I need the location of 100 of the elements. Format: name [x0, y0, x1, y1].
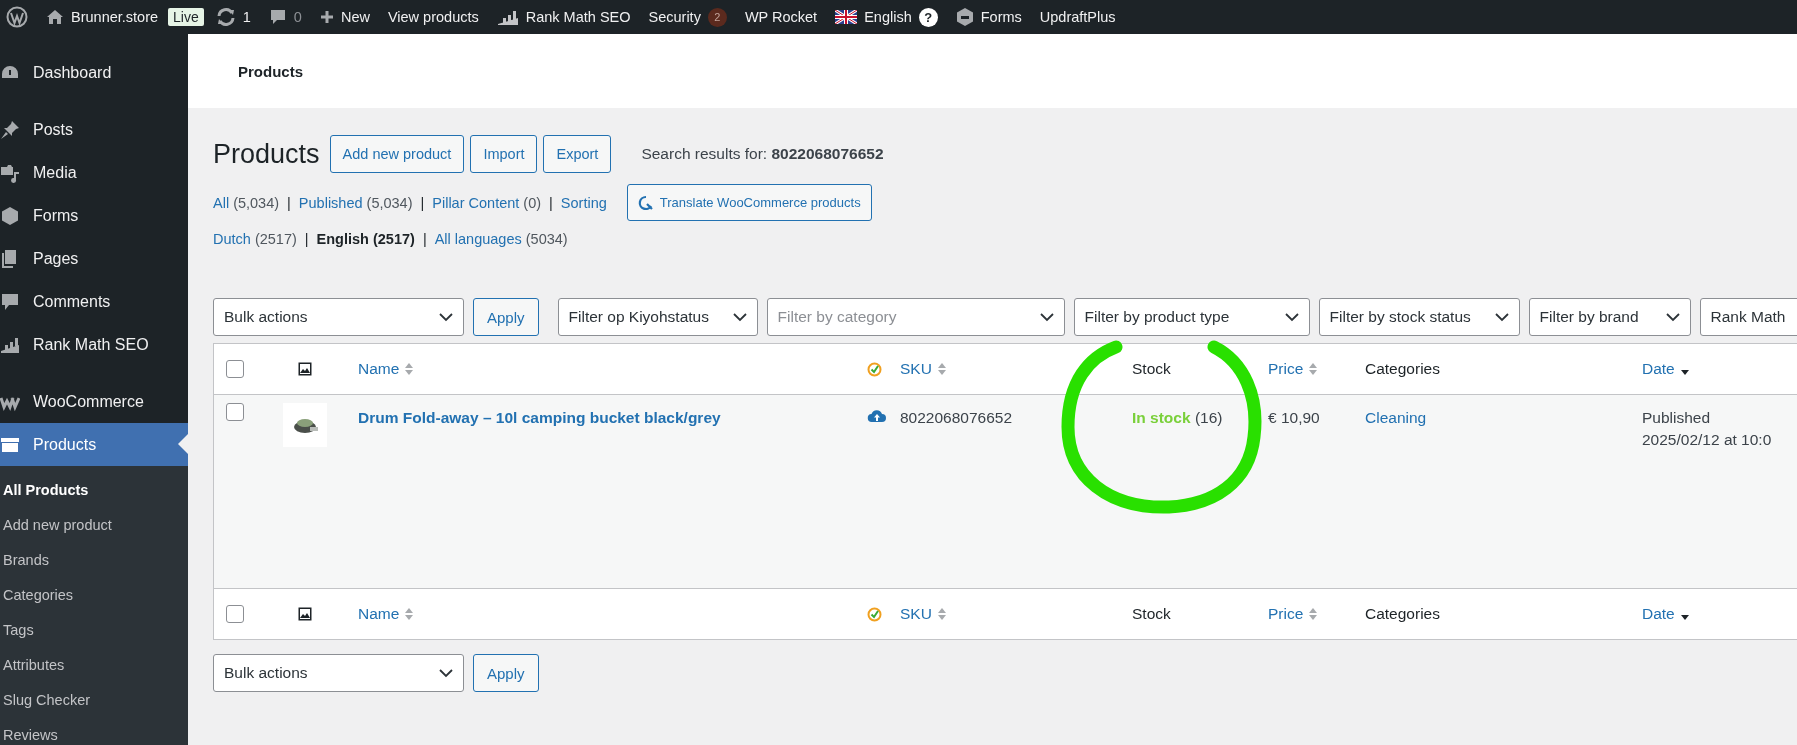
language-filter-link[interactable]: All languages (5034)	[434, 231, 568, 247]
home-icon	[46, 9, 64, 25]
updraftplus-link[interactable]: UpdraftPlus	[1039, 9, 1116, 25]
stock-status-text: In stock (16)	[1132, 409, 1223, 427]
menu-icon	[0, 205, 20, 226]
select-all-checkbox[interactable]	[226, 360, 244, 378]
apply-button[interactable]: Apply	[473, 298, 539, 336]
submenu-item[interactable]: Add new product	[0, 507, 188, 542]
column-sort-link[interactable]: SKU	[900, 360, 932, 378]
column-sort-link[interactable]: SKU	[900, 605, 932, 623]
column-sort-link[interactable]: Price	[1268, 360, 1304, 378]
select-all-checkbox[interactable]	[226, 605, 244, 623]
product-photo-placeholder	[283, 403, 327, 447]
page-action-button[interactable]: Add new product	[329, 135, 465, 173]
submenu-item[interactable]: Tags	[0, 612, 188, 647]
column-sort-link[interactable]: Price	[1268, 605, 1304, 623]
column-sort-link[interactable]: Date	[1642, 360, 1675, 378]
column-header: Stock	[1132, 605, 1171, 623]
security-link[interactable]: Security	[648, 9, 701, 25]
view-filter-link[interactable]: Pillar Content (0)	[432, 194, 542, 211]
chevron-down-icon	[1039, 312, 1054, 322]
check-badge-icon	[867, 606, 882, 622]
forms-link[interactable]: Forms	[980, 9, 1022, 25]
comments-count[interactable]: 0	[293, 9, 302, 25]
language-filter-link[interactable]: Dutch (2517)	[213, 231, 297, 247]
sidebar-menu-item[interactable]: Forms	[0, 194, 188, 237]
chevron-down-icon	[439, 312, 453, 322]
comment-icon[interactable]	[268, 8, 287, 26]
cloud-upload-icon	[867, 409, 887, 423]
page-action-button[interactable]: Import	[470, 135, 538, 173]
submenu-item[interactable]: Categories	[0, 577, 188, 612]
menu-icon	[0, 291, 20, 312]
bulk-actions-select[interactable]: Bulk actions	[213, 298, 464, 336]
chevron-down-icon	[1665, 312, 1680, 322]
submenu-item[interactable]: Reviews	[0, 717, 188, 745]
separator-text: |	[287, 194, 291, 211]
price-text: € 10,90	[1268, 409, 1320, 427]
publish-date-text: 2025/02/12 at 10:0	[1642, 431, 1772, 449]
separator-text: |	[420, 194, 425, 211]
separator-text: |	[549, 194, 553, 211]
wordpress-logo-icon[interactable]	[6, 6, 28, 28]
image-icon	[298, 607, 312, 621]
view-products-link[interactable]: View products	[387, 9, 479, 25]
filter-select[interactable]: Filter op Kiyohstatus	[557, 298, 758, 336]
sidebar-menu-item[interactable]: Products	[0, 423, 188, 466]
menu-icon	[0, 162, 20, 183]
updates-count[interactable]: 1	[242, 9, 251, 25]
flag-icon	[835, 10, 858, 24]
plus-icon[interactable]	[319, 10, 334, 24]
sidebar-menu-item[interactable]: Comments	[0, 280, 188, 323]
column-sort-link[interactable]: Name	[358, 605, 400, 623]
filter-select[interactable]: Filter by brand	[1528, 298, 1691, 336]
filter-select[interactable]: Filter by product type	[1073, 298, 1310, 336]
sidebar-menu-item[interactable]: Rank Math SEO	[0, 323, 188, 366]
bulk-actions-select[interactable]: Bulk actions	[213, 654, 464, 692]
submenu-item[interactable]: Attributes	[0, 647, 188, 682]
filter-select[interactable]: Filter by stock status	[1318, 298, 1520, 336]
page-title: Products	[213, 138, 320, 170]
wp-rocket-link[interactable]: WP Rocket	[744, 9, 818, 25]
language-filter-link[interactable]: English (2517)	[316, 231, 415, 247]
sidebar-menu-item[interactable]: Posts	[0, 108, 188, 151]
view-filter-link[interactable]: All (5,034)	[213, 194, 280, 211]
sidebar-menu-item[interactable]: Media	[0, 151, 188, 194]
help-badge[interactable]: ?	[918, 7, 938, 27]
rank-math-link[interactable]: Rank Math SEO	[525, 9, 631, 25]
language-link[interactable]: English	[864, 9, 912, 25]
sidebar-menu-item[interactable]: Dashboard	[0, 51, 188, 94]
updates-icon[interactable]	[215, 8, 236, 26]
menu-icon	[0, 119, 20, 140]
view-filter-link[interactable]: Published (5,034)	[298, 194, 413, 211]
row-checkbox[interactable]	[226, 403, 244, 421]
separator-text: |	[422, 231, 427, 247]
sidebar-menu-item[interactable]: WooCommerce	[0, 380, 188, 423]
sku-text: 8022068076652	[900, 409, 1013, 427]
category-link[interactable]: Cleaning	[1365, 409, 1427, 427]
image-icon	[298, 362, 312, 376]
column-header: Categories	[1365, 605, 1440, 623]
submenu-item[interactable]: All Products	[0, 472, 188, 507]
apply-button[interactable]: Apply	[473, 654, 539, 692]
view-filter-link[interactable]: Sorting	[560, 194, 607, 211]
page-action-button[interactable]: Export	[543, 135, 612, 173]
site-name-link[interactable]: Brunner.store	[71, 9, 159, 25]
chevron-down-icon	[1284, 312, 1299, 322]
submenu-item[interactable]: Slug Checker	[0, 682, 188, 717]
product-name-link[interactable]: Drum Fold-away – 10l camping bucket black/grey	[358, 409, 721, 427]
bar-chart-icon[interactable]	[496, 9, 519, 25]
column-sort-link[interactable]: Date	[1642, 605, 1675, 623]
separator-text: |	[304, 231, 309, 247]
hexagon-icon[interactable]	[955, 7, 974, 27]
chevron-down-icon	[439, 668, 453, 678]
filter-select[interactable]: Rank Math	[1699, 298, 1797, 336]
sidebar-menu-item[interactable]: Pages	[0, 237, 188, 280]
new-link[interactable]: New	[340, 9, 370, 25]
column-sort-link[interactable]: Name	[358, 360, 400, 378]
live-badge: Live	[168, 8, 204, 26]
submenu-item[interactable]: Brands	[0, 542, 188, 577]
check-badge-icon	[867, 361, 882, 377]
chevron-down-icon	[732, 312, 747, 322]
column-header: Stock	[1132, 360, 1171, 378]
translate-button[interactable]: Translate WooCommerce products	[626, 184, 872, 221]
